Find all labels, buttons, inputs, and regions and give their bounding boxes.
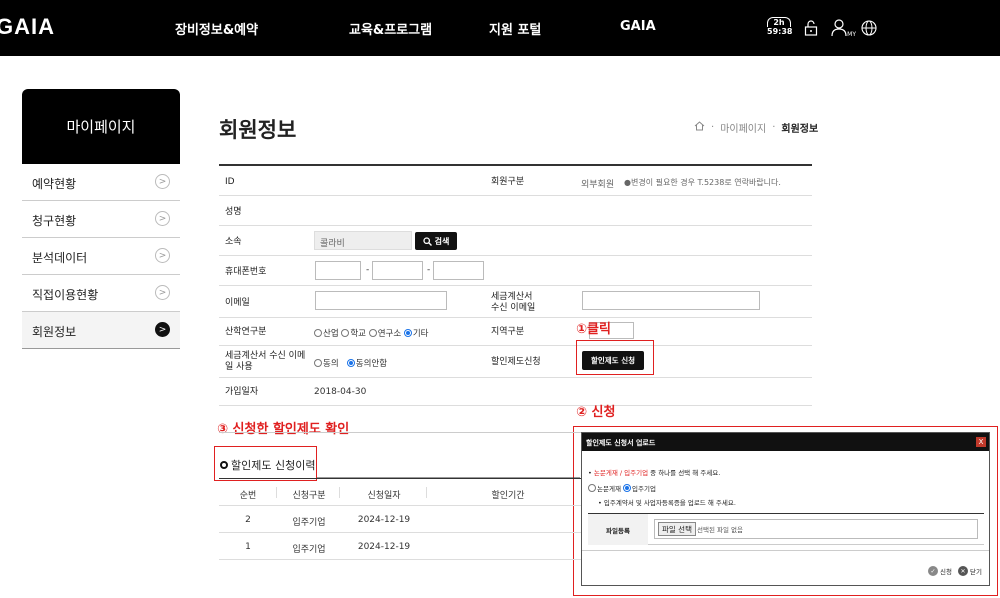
check-icon: ✓ — [928, 566, 938, 576]
sidebar-item-analysis-data[interactable]: 분석데이터 > — [22, 238, 180, 275]
table-row: 2 입주기업 2024-12-19 — [219, 506, 581, 533]
sidebar-item-direct-use[interactable]: 직접이용현황 > — [22, 275, 180, 312]
bullet-icon — [220, 461, 228, 469]
history-header-row: 순번 신청구분 신청일자 할인기간 — [219, 479, 581, 506]
page-title: 회원정보 — [219, 118, 297, 142]
sidebar-item-member-info[interactable]: 회원정보 > — [22, 312, 180, 349]
radio-school[interactable]: 학교 — [341, 329, 366, 339]
modal-header: 할인제도 신청서 업로드 — [582, 433, 989, 451]
breadcrumb: · 마이페이지 · 회원정보 — [694, 120, 818, 135]
history-divider — [219, 432, 581, 433]
file-input[interactable]: 파일 선택 선택된 파일 없음 — [654, 519, 978, 539]
close-icon: ✕ — [958, 566, 968, 576]
radio-other[interactable]: 기타 — [403, 329, 429, 339]
history-title: 할인제도 신청이력 — [220, 457, 315, 473]
radio-institute[interactable]: 연구소 — [368, 329, 401, 339]
breadcrumb-current: 회원정보 — [781, 124, 819, 135]
modal-instruction: • 논문게재 / 입주기업 중 하나를 선택 해 주세요. — [588, 469, 721, 477]
member-info-form: ID 회원구분 외부회원 ●변경이 필요한 경우 T.5238로 연락바랍니다.… — [219, 164, 812, 406]
chevron-right-icon: > — [155, 248, 170, 263]
nav-menu-equipment[interactable]: 장비정보&예약 — [175, 19, 258, 38]
email-field[interactable] — [315, 291, 447, 310]
research-type-radio-group: 산업 학교 연구소 기타 — [314, 327, 429, 339]
modal-file-row: 파일등록 파일 선택 선택된 파일 없음 — [588, 513, 984, 545]
gaia-logo[interactable]: GAIA — [0, 14, 55, 40]
modal-close-button[interactable]: ✕ 닫기 — [958, 566, 982, 576]
annotation-step3: ③ 신청한 할인제도 확인 — [217, 422, 350, 437]
table-row: 1 입주기업 2024-12-19 — [219, 533, 581, 560]
home-icon[interactable] — [694, 121, 705, 134]
row-organization: 소속 콜라비 검색 — [219, 226, 812, 256]
nav-menu-support[interactable]: 지원 포털 — [489, 19, 541, 38]
session-timer[interactable]: 2h 59:38 — [767, 17, 792, 36]
nav-menu-education[interactable]: 교육&프로그램 — [349, 19, 432, 38]
organization-search-button[interactable]: 검색 — [415, 232, 457, 250]
member-type-value: 외부회원 — [581, 180, 615, 190]
modal-option-group: 논문게재 입주기업 — [588, 483, 656, 493]
annotation-step1: ①클릭 — [576, 322, 611, 337]
member-type-note: ●변경이 필요한 경우 T.5238로 연락바랍니다. — [624, 178, 781, 187]
discount-upload-modal: 할인제도 신청서 업로드 X • 논문게재 / 입주기업 중 하나를 선택 해 … — [581, 432, 990, 586]
modal-close-x-button[interactable]: X — [976, 437, 986, 447]
globe-icon[interactable] — [858, 16, 880, 40]
connector-line — [317, 477, 580, 479]
row-research-type: 산학연구분 산업 학교 연구소 기타 지역구분 — [219, 318, 812, 346]
radio-disagree[interactable]: 동의안함 — [346, 359, 387, 369]
sidebar-item-reservation[interactable]: 예약현황 > — [22, 164, 180, 201]
radio-paper[interactable]: 논문게재 — [588, 484, 621, 493]
row-tax-invoice-consent: 세금계산서 수신 이메 일 사용 동의 동의안함 할인제도신청 할인제도 신청 — [219, 346, 812, 378]
row-name: 성명 — [219, 196, 812, 226]
chevron-right-icon: > — [155, 285, 170, 300]
lock-icon[interactable] — [800, 16, 822, 40]
modal-note: • 입주계약서 및 사업자등록증을 업로드 해 주세요. — [598, 499, 736, 507]
user-icon[interactable]: MY — [830, 16, 856, 40]
annotation-step2: ② 신청 — [576, 405, 616, 420]
join-date-value: 2018-04-30 — [314, 387, 367, 397]
row-phone: 휴대폰번호 - - — [219, 256, 812, 286]
chevron-right-icon: > — [155, 322, 170, 337]
row-id: ID 회원구분 외부회원 ●변경이 필요한 경우 T.5238로 연락바랍니다. — [219, 166, 812, 196]
breadcrumb-mypage[interactable]: 마이페이지 — [720, 120, 766, 135]
top-navigation-bar: GAIA 장비정보&예약 교육&프로그램 지원 포털 GAIA 2h 59:38… — [0, 0, 1000, 56]
phone-field-3[interactable] — [433, 261, 484, 280]
search-icon — [422, 236, 432, 246]
radio-agree[interactable]: 동의 — [314, 359, 339, 369]
row-email: 이메일 세금계산서 수신 이메일 — [219, 286, 812, 318]
chevron-right-icon: > — [155, 174, 170, 189]
phone-field-1[interactable] — [315, 261, 361, 280]
row-join-date: 가입일자 2018-04-30 — [219, 378, 812, 406]
phone-field-2[interactable] — [372, 261, 423, 280]
annotation-box-click — [576, 340, 654, 375]
radio-tenant[interactable]: 입주기업 — [623, 484, 656, 493]
tax-invoice-email-field[interactable] — [582, 291, 760, 310]
organization-field: 콜라비 — [314, 231, 412, 250]
sidebar-item-billing[interactable]: 청구현황 > — [22, 201, 180, 238]
modal-submit-button[interactable]: ✓ 신청 — [928, 566, 952, 576]
chevron-right-icon: > — [155, 211, 170, 226]
file-status: 선택된 파일 없음 — [697, 526, 743, 534]
sidebar-title: 마이페이지 — [22, 89, 180, 164]
radio-industry[interactable]: 산업 — [314, 329, 339, 339]
file-select-button[interactable]: 파일 선택 — [658, 522, 696, 536]
tax-consent-radio-group: 동의 동의안함 — [314, 357, 387, 369]
nav-menu-gaia[interactable]: GAIA — [620, 19, 656, 34]
